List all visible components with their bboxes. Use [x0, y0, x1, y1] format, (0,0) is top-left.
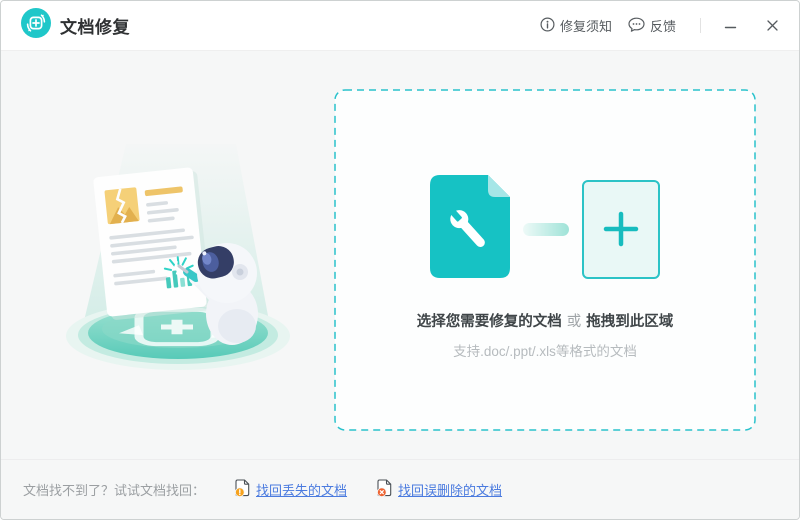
- doc-warning-icon: [235, 479, 250, 500]
- feedback-label: 反馈: [650, 16, 676, 35]
- close-button[interactable]: [759, 13, 785, 39]
- transfer-arrow-icon: [523, 223, 569, 236]
- repair-robot-illustration: [56, 136, 316, 391]
- dropzone-instruction: 选择您需要修复的文档或拖拽到此区域: [417, 310, 674, 331]
- select-text: 选择您需要修复的文档: [417, 314, 562, 330]
- feedback-bubble-icon: [628, 17, 645, 35]
- recover-lost-docs-label: 找回丢失的文档: [256, 480, 347, 499]
- add-file-box: [582, 180, 660, 279]
- info-icon: [540, 17, 555, 35]
- minimize-button[interactable]: [717, 13, 743, 39]
- footer-bar: 文档找不到了？试试文档找回： 找回丢失的文档: [1, 459, 799, 519]
- recover-deleted-docs-label: 找回误删除的文档: [398, 480, 502, 499]
- drag-text: 拖拽到此区域: [586, 314, 673, 330]
- repair-notice-label: 修复须知: [560, 16, 612, 35]
- feedback-button[interactable]: 反馈: [628, 16, 676, 35]
- app-logo-icon: [21, 8, 51, 43]
- titlebar-right: 修复须知 反馈: [540, 13, 785, 39]
- titlebar-divider: [700, 18, 701, 33]
- doc-error-icon: [377, 479, 392, 500]
- recover-deleted-docs-link[interactable]: 找回误删除的文档: [377, 479, 502, 500]
- wrench-document-icon: [430, 175, 510, 283]
- titlebar: 文档修复 修复须知: [1, 1, 799, 51]
- file-dropzone[interactable]: 选择您需要修复的文档或拖拽到此区域 支持.doc/.ppt/.xls等格式的文档: [334, 89, 756, 431]
- minimize-icon: [724, 19, 737, 32]
- brand: 文档修复: [21, 8, 130, 43]
- dropzone-icons: [430, 175, 660, 283]
- recovery-prompt: 文档找不到了？试试文档找回：: [23, 480, 205, 499]
- plus-icon: [602, 210, 640, 248]
- or-text: 或: [567, 314, 582, 330]
- repair-notice-button[interactable]: 修复须知: [540, 16, 612, 35]
- dropzone-formats-hint: 支持.doc/.ppt/.xls等格式的文档: [453, 340, 637, 360]
- app-window: 文档修复 修复须知: [0, 0, 800, 520]
- dropzone-content: 选择您需要修复的文档或拖拽到此区域 支持.doc/.ppt/.xls等格式的文档: [334, 89, 756, 360]
- main-area: 选择您需要修复的文档或拖拽到此区域 支持.doc/.ppt/.xls等格式的文档: [1, 51, 799, 459]
- close-icon: [766, 19, 779, 32]
- recover-lost-docs-link[interactable]: 找回丢失的文档: [235, 479, 347, 500]
- app-title: 文档修复: [60, 13, 130, 38]
